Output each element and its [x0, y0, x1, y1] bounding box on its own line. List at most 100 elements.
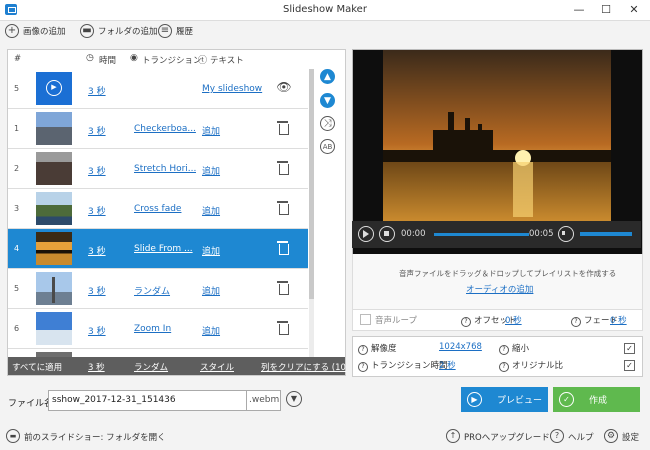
audio-loop-checkbox[interactable]: [360, 314, 371, 325]
fade-value[interactable]: 0 秒: [610, 314, 627, 326]
row-transition[interactable]: Zoom In: [134, 324, 196, 334]
row-transition[interactable]: Stretch Hori...: [134, 164, 196, 174]
create-button[interactable]: ✓ 作成: [553, 387, 640, 412]
row-text[interactable]: 追加: [202, 164, 220, 177]
output-settings: ? 解像度 1024x768 ? 縮小 ✓ ? トランジション時間 2 秒 ? オリジナ…: [352, 336, 643, 377]
row-text[interactable]: 追加: [202, 284, 220, 297]
list-row[interactable]: 1 3 秒 Checkerboa... 追加: [8, 109, 308, 149]
add-audio-link[interactable]: オーディオの追加: [466, 283, 533, 295]
seek-bar[interactable]: [434, 233, 529, 236]
transition-time-label: ? トランジション時間: [358, 359, 448, 372]
shrink-checkbox[interactable]: ✓: [624, 343, 635, 354]
sort-ab-button[interactable]: AB: [320, 139, 335, 154]
volume-button[interactable]: [558, 226, 574, 242]
list-row[interactable]: 3 3 秒 Cross fade 追加: [8, 189, 308, 229]
row-time[interactable]: 3 秒: [88, 284, 106, 297]
thumbnail: [36, 112, 72, 145]
row-text[interactable]: 追加: [202, 324, 220, 337]
row-text[interactable]: 追加: [202, 244, 220, 257]
scrollbar-thumb[interactable]: [309, 69, 314, 299]
eye-icon[interactable]: 👁: [276, 80, 292, 96]
chevron-down-icon[interactable]: ▼: [286, 391, 302, 407]
extension-field[interactable]: .webm: [246, 390, 281, 411]
row-text[interactable]: 追加: [202, 204, 220, 217]
status-bar: ▬ 前のスライドショー: フォルダを開く ↑ PROへアップグレード ? ヘルプ…: [0, 425, 650, 450]
list-row[interactable]: 6 3 秒 Zoom In 追加: [8, 309, 308, 349]
trash-icon[interactable]: [276, 120, 292, 136]
header-time: 時間: [99, 56, 117, 66]
extension-value: .webm: [249, 395, 280, 405]
slide-list-panel: # ◷ 時間 ◉ トランジション ⓣ テキスト 5 ▶ 3 秒 My slide…: [7, 49, 346, 376]
list-row[interactable]: 2 3 秒 Stretch Hori... 追加: [8, 149, 308, 189]
row-time[interactable]: 3 秒: [88, 84, 106, 97]
help-icon: ?: [358, 345, 368, 355]
thumbnail: ▶: [36, 72, 72, 105]
transition-time-value[interactable]: 2 秒: [439, 359, 456, 371]
help-link[interactable]: ヘルプ: [568, 431, 594, 443]
open-folder-link[interactable]: 前のスライドショー: フォルダを開く: [24, 431, 166, 443]
volume-slider[interactable]: [580, 232, 632, 236]
window-title: Slideshow Maker: [283, 4, 367, 15]
list-row-selected[interactable]: 4 3 秒 Slide From ... 追加: [8, 229, 308, 269]
row-time[interactable]: 3 秒: [88, 164, 106, 177]
trash-icon[interactable]: [276, 280, 292, 296]
upgrade-link[interactable]: PROへアップグレード: [464, 431, 550, 443]
move-up-button[interactable]: ▲: [320, 69, 335, 84]
folder-icon: ▬: [6, 429, 20, 443]
settings-link[interactable]: 設定: [622, 431, 639, 443]
thumbnail: [36, 192, 72, 225]
footer-transition[interactable]: ランダム: [134, 361, 168, 373]
check-icon: ✓: [559, 392, 574, 407]
list-icon: ≡: [158, 24, 172, 38]
close-button[interactable]: ✕: [622, 0, 646, 20]
preview-button[interactable]: ▶ プレビュー: [461, 387, 548, 412]
audio-drop-area[interactable]: 音声ファイルをドラッグ＆ドロップしてプレイリストを作成する オーディオの追加: [352, 254, 643, 310]
play-icon: ▶: [467, 392, 482, 407]
add-images-button[interactable]: + 画像の追加: [5, 22, 66, 40]
filename-value: sshow_2017-12-31_151436: [52, 395, 176, 405]
stop-button[interactable]: [379, 226, 395, 242]
footer-time[interactable]: 3 秒: [88, 361, 105, 373]
trash-icon[interactable]: [276, 160, 292, 176]
trash-icon[interactable]: [276, 200, 292, 216]
plus-icon: +: [5, 24, 19, 38]
resolution-value[interactable]: 1024x768: [439, 342, 482, 352]
footer-style[interactable]: スタイル: [200, 361, 234, 373]
row-text[interactable]: 追加: [202, 124, 220, 137]
row-text[interactable]: My slideshow: [202, 84, 262, 94]
create-button-label: 作成: [589, 396, 608, 406]
shrink-label: ? 縮小: [499, 342, 529, 355]
minimize-button[interactable]: —: [567, 0, 591, 20]
row-number: 5: [14, 84, 20, 93]
play-button[interactable]: [358, 226, 374, 242]
folder-icon: ▬: [80, 24, 94, 38]
row-transition[interactable]: ランダム: [134, 284, 196, 297]
row-time[interactable]: 3 秒: [88, 204, 106, 217]
thumbnail: [36, 312, 72, 345]
list-row[interactable]: 5 ▶ 3 秒 My slideshow 👁: [8, 69, 308, 109]
shuffle-button[interactable]: ⤨: [320, 116, 335, 131]
row-time[interactable]: 3 秒: [88, 244, 106, 257]
original-ratio-checkbox[interactable]: ✓: [624, 360, 635, 371]
history-button[interactable]: ≡ 履歴: [158, 22, 193, 40]
trash-icon[interactable]: [276, 320, 292, 336]
list-row[interactable]: 5 3 秒 ランダム 追加: [8, 269, 308, 309]
row-transition[interactable]: Checkerboa...: [134, 124, 196, 134]
row-time[interactable]: 3 秒: [88, 324, 106, 337]
trash-icon[interactable]: [276, 240, 292, 256]
row-transition[interactable]: Cross fade: [134, 204, 196, 214]
row-time[interactable]: 3 秒: [88, 124, 106, 137]
filename-input[interactable]: sshow_2017-12-31_151436: [48, 390, 247, 411]
preview-button-label: プレビュー: [497, 396, 543, 406]
footer-clear-list[interactable]: 列をクリアにする (10: [261, 361, 346, 373]
offset-value[interactable]: 0 秒: [505, 314, 522, 326]
apply-all-button[interactable]: すべてに適用: [12, 361, 62, 373]
row-transition[interactable]: Slide From ...: [134, 244, 196, 254]
maximize-button[interactable]: ☐: [594, 0, 618, 20]
row-number: 1: [14, 124, 20, 133]
move-down-button[interactable]: ▼: [320, 93, 335, 108]
original-ratio-label: ? オリジナル比: [499, 359, 563, 372]
total-time: 00:05: [529, 229, 554, 239]
row-number: 6: [14, 324, 20, 333]
add-folder-button[interactable]: ▬ フォルダの追加: [80, 22, 158, 40]
